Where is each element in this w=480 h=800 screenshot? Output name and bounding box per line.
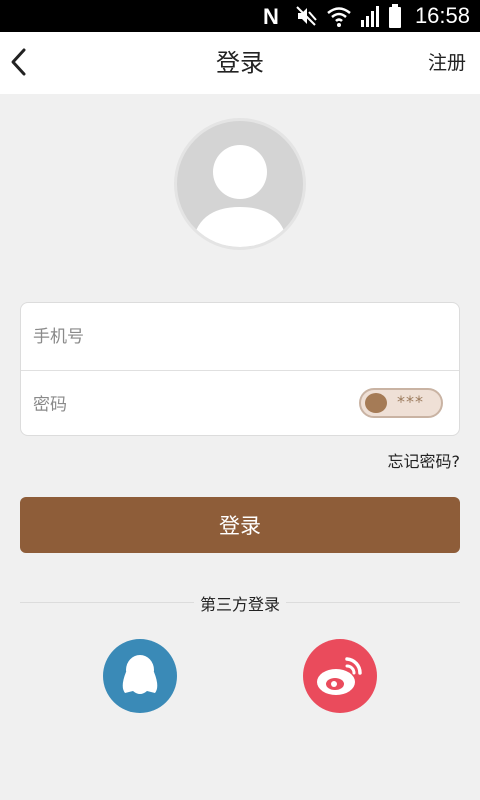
third-party-label: 第三方登录 <box>193 591 286 615</box>
chevron-left-icon <box>11 48 26 76</box>
third-party-label-row: 第三方登录 <box>0 591 480 615</box>
toggle-stars-label: *** <box>397 392 424 411</box>
avatar <box>174 118 306 250</box>
weibo-icon <box>317 657 362 695</box>
status-bar: N 16:58 <box>0 0 480 32</box>
header-bar: 登录 注册 <box>0 32 480 94</box>
phone-input[interactable] <box>31 303 335 371</box>
login-button[interactable]: 登录 <box>20 497 460 553</box>
password-input[interactable] <box>31 371 335 439</box>
weibo-login-button[interactable] <box>303 639 377 713</box>
login-form: *** <box>20 302 460 439</box>
mute-icon <box>296 6 317 26</box>
battery-icon <box>389 4 401 28</box>
toggle-knob <box>365 393 387 413</box>
phone-field-row <box>21 303 459 371</box>
password-visibility-toggle[interactable]: *** <box>359 388 443 418</box>
nfc-icon: N <box>263 4 279 28</box>
third-party-divider <box>20 602 460 603</box>
signal-icon <box>361 6 379 27</box>
page-title: 登录 <box>216 49 264 77</box>
avatar-placeholder-icon <box>192 145 288 247</box>
back-button[interactable] <box>6 44 38 82</box>
qq-login-button[interactable] <box>103 639 177 713</box>
qq-icon <box>122 655 158 694</box>
wifi-icon <box>327 7 351 27</box>
svg-text:N: N <box>263 4 279 28</box>
register-link[interactable]: 注册 <box>428 32 466 94</box>
status-time: 16:58 <box>414 3 470 28</box>
password-field-row: *** <box>21 371 459 439</box>
forgot-password-link[interactable]: 忘记密码? <box>388 448 461 472</box>
